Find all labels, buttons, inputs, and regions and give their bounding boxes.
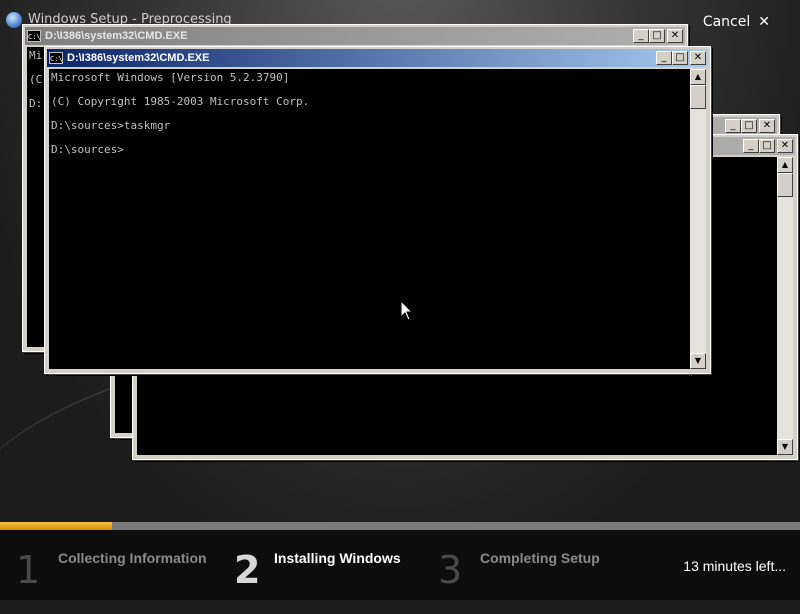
close-icon: ✕ <box>758 14 770 30</box>
minimize-icon[interactable]: _ <box>633 29 649 43</box>
console-window-front[interactable]: C:\ D:\I386\system32\CMD.EXE _ □ ✕ Micro… <box>44 46 711 374</box>
cmd-icon: C:\ <box>49 52 63 64</box>
window-title: D:\I386\system32\CMD.EXE <box>45 30 188 42</box>
console-line: Mi <box>29 49 43 62</box>
title-bar[interactable]: C:\ D:\I386\system32\CMD.EXE _ □ ✕ <box>47 49 708 67</box>
step-number-2: 2 <box>234 548 261 592</box>
scroll-up-icon[interactable]: ▲ <box>690 69 706 85</box>
time-remaining: 13 minutes left... <box>683 558 786 574</box>
maximize-icon[interactable]: □ <box>759 139 775 153</box>
console-output[interactable]: Microsoft Windows [Version 5.2.3790] (C)… <box>49 69 690 369</box>
step-label-completing: Completing Setup <box>480 550 600 566</box>
step-label-installing: Installing Windows <box>274 550 401 566</box>
scroll-thumb[interactable] <box>690 85 706 109</box>
console-line: D:\sources>taskmgr <box>51 119 171 132</box>
close-window-icon[interactable]: ✕ <box>777 139 793 153</box>
title-buttons: _ □ ✕ <box>656 51 706 65</box>
console-prompt[interactable]: D:\sources> <box>51 143 124 156</box>
windows-setup-icon <box>6 12 22 28</box>
minimize-icon[interactable]: _ <box>725 119 741 133</box>
scroll-down-icon[interactable]: ▼ <box>690 353 706 369</box>
minimize-icon[interactable]: _ <box>743 139 759 153</box>
title-buttons: _ □ ✕ <box>633 29 683 43</box>
maximize-icon[interactable]: □ <box>741 119 757 133</box>
mouse-pointer-icon <box>400 300 414 321</box>
cmd-icon: C:\ <box>27 30 41 42</box>
close-window-icon[interactable]: ✕ <box>667 29 683 43</box>
title-bar[interactable]: C:\ D:\I386\system32\CMD.EXE _ □ ✕ <box>25 27 685 45</box>
close-window-icon[interactable]: ✕ <box>759 119 775 133</box>
cancel-label: Cancel <box>702 14 751 30</box>
scroll-thumb[interactable] <box>777 173 793 197</box>
setup-progress-bar <box>0 522 800 530</box>
close-window-icon[interactable]: ✕ <box>690 51 706 65</box>
title-buttons: _ □ ✕ <box>743 139 793 153</box>
setup-progress-fill <box>0 522 112 530</box>
window-title: D:\I386\system32\CMD.EXE <box>67 52 210 64</box>
console-line: Microsoft Windows [Version 5.2.3790] <box>51 71 290 84</box>
title-buttons: _ □ ✕ <box>725 119 775 133</box>
console-line: (C <box>29 73 43 86</box>
console-line: (C) Copyright 1985-2003 Microsoft Corp. <box>51 95 310 108</box>
step-number-1: 1 <box>16 548 41 592</box>
vertical-scrollbar[interactable]: ▲ ▼ <box>777 157 793 455</box>
scroll-down-icon[interactable]: ▼ <box>777 439 793 455</box>
maximize-icon[interactable]: □ <box>672 51 688 65</box>
step-number-3: 3 <box>438 548 463 592</box>
scroll-up-icon[interactable]: ▲ <box>777 157 793 173</box>
minimize-icon[interactable]: _ <box>656 51 672 65</box>
vertical-scrollbar[interactable]: ▲ ▼ <box>690 69 706 369</box>
maximize-icon[interactable]: □ <box>649 29 665 43</box>
cancel-button[interactable]: Cancel ✕ <box>703 14 770 30</box>
console-line: D: <box>29 97 43 110</box>
step-label-collecting: Collecting Information <box>58 550 207 566</box>
